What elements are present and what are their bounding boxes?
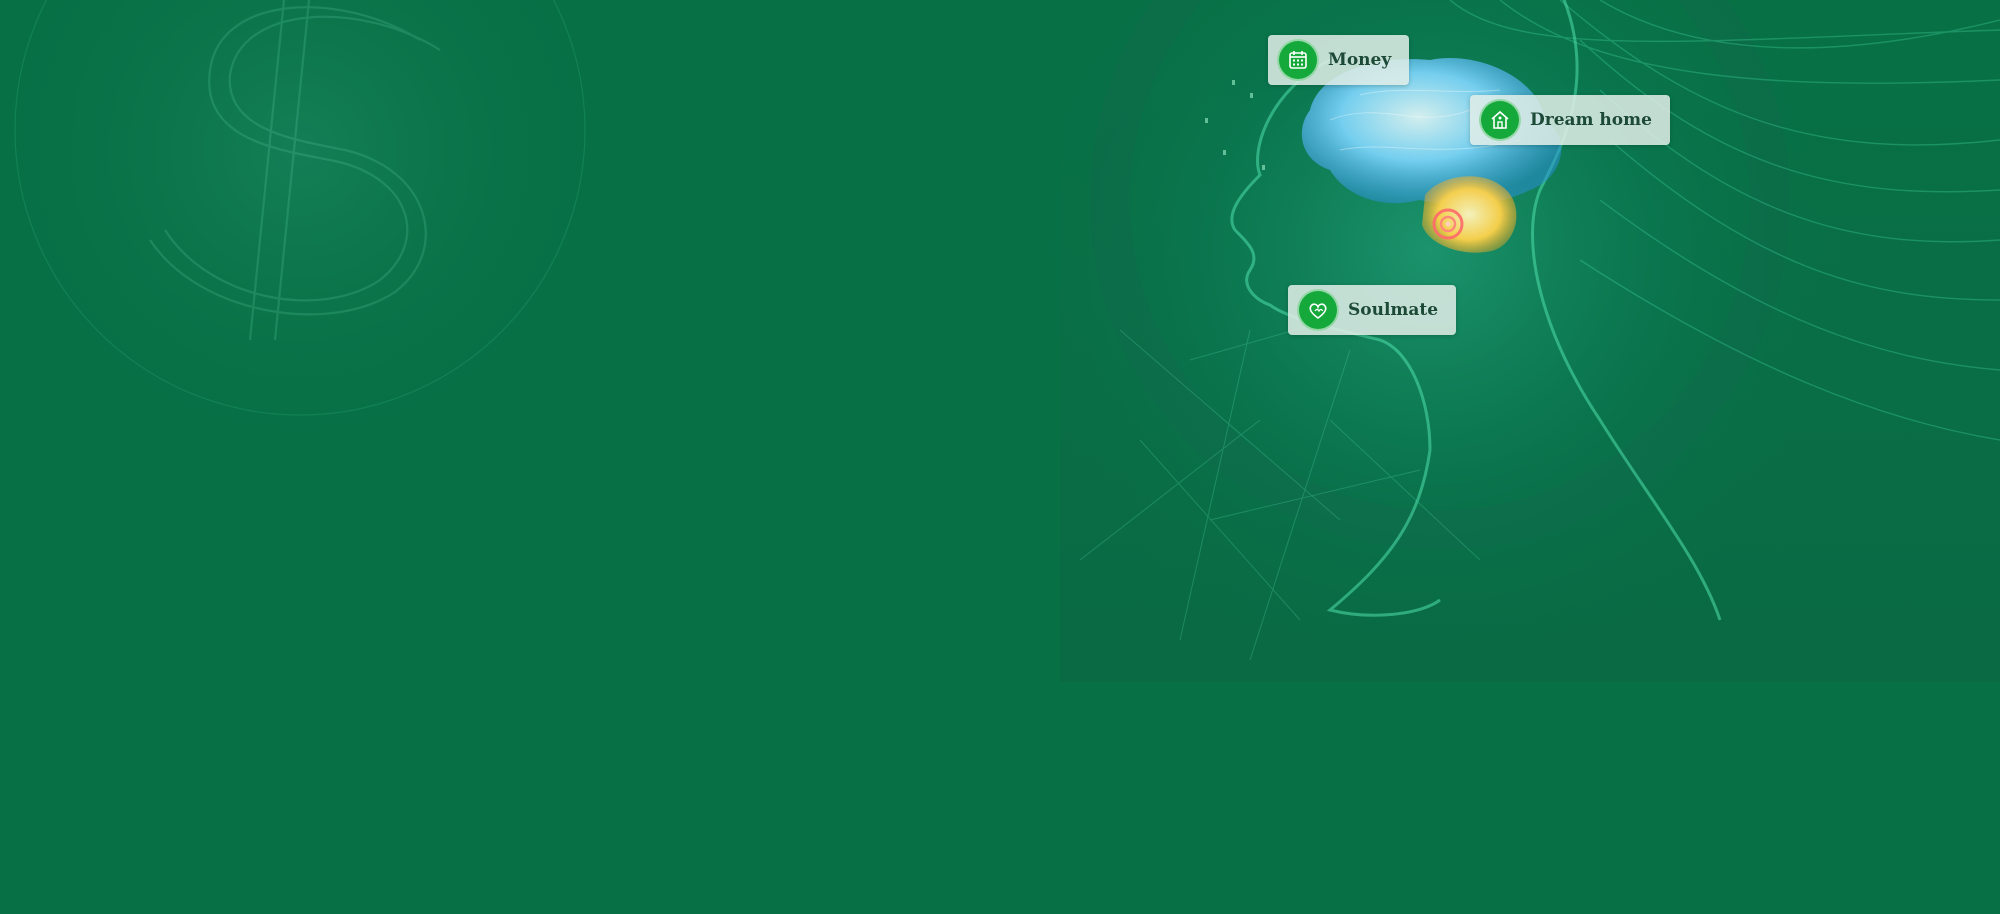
tag-soulmate[interactable]: Soulmate — [1288, 285, 1457, 335]
calendar-icon — [1277, 39, 1319, 81]
hearts-icon — [1297, 289, 1339, 331]
tag-label: Soulmate — [1348, 300, 1439, 320]
hero-illustration — [0, 0, 2000, 682]
tag-label: Money — [1328, 50, 1392, 70]
tag-money[interactable]: Money — [1268, 35, 1410, 85]
tag-label: Dream home — [1530, 110, 1652, 130]
tag-dream-home[interactable]: Dream home — [1470, 95, 1670, 145]
house-icon — [1479, 99, 1521, 141]
